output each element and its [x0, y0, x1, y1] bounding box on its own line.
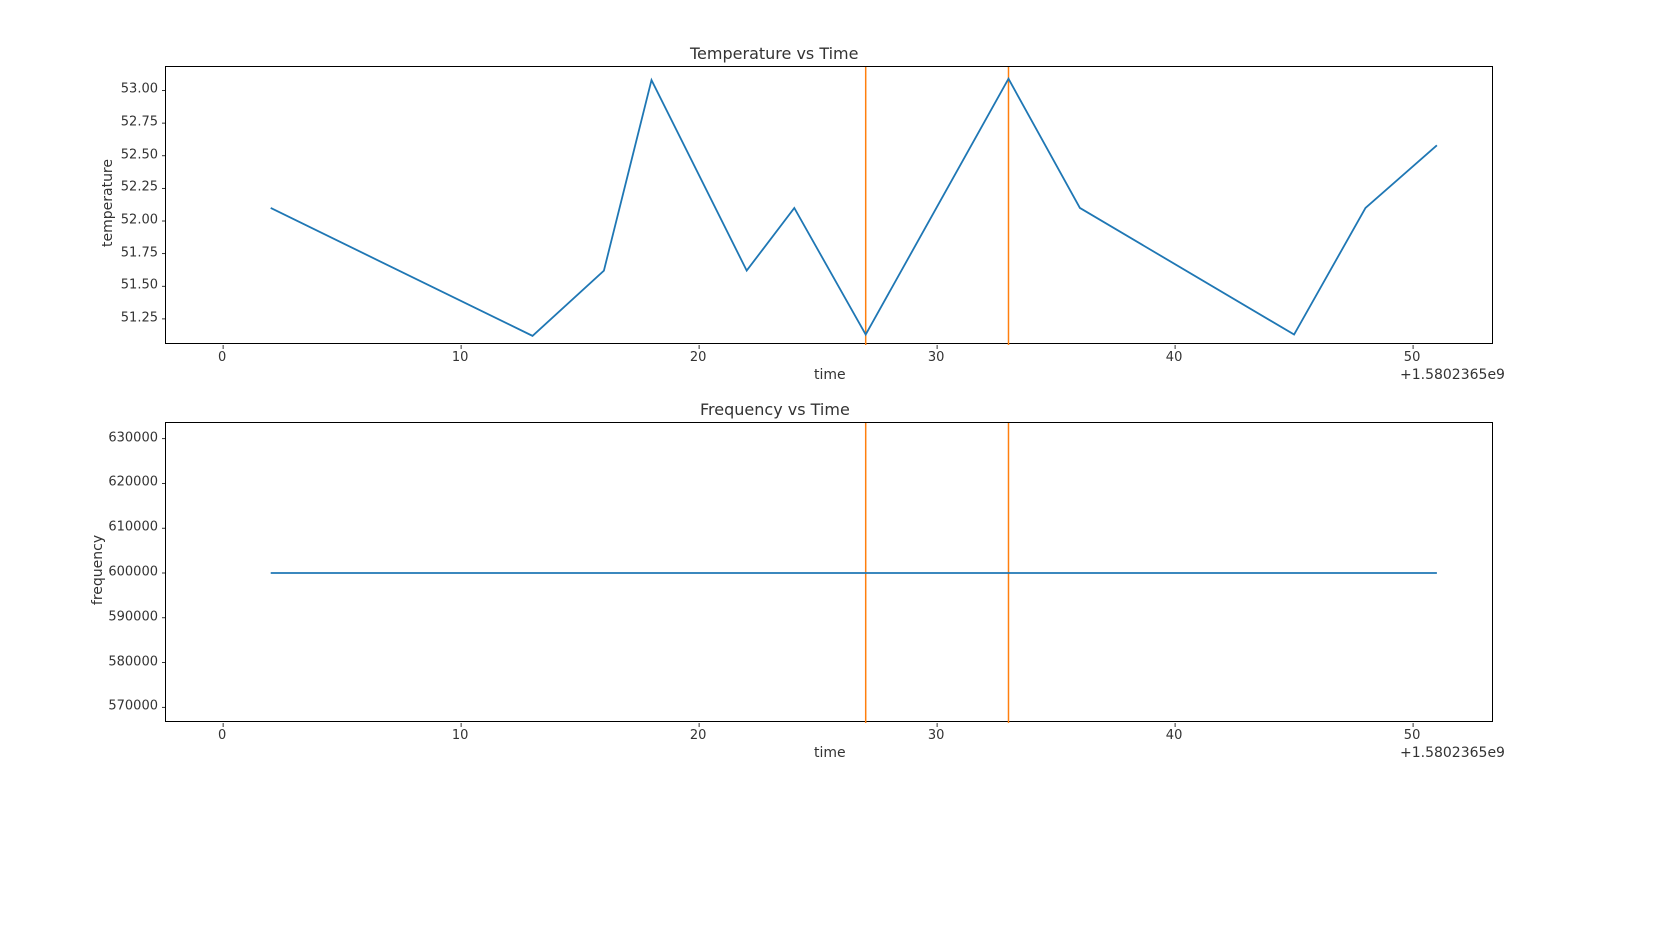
ytick-bot-6: 630000 — [103, 430, 158, 445]
chart-title-top: Temperature vs Time — [690, 44, 858, 63]
x-offset-bottom: +1.5802365e9 — [1400, 745, 1505, 761]
data-line — [271, 79, 1437, 336]
ytick-bot-3: 600000 — [103, 565, 158, 580]
ytick-top-0: 51.25 — [113, 310, 158, 325]
xlabel-bottom: time — [814, 745, 846, 761]
xtick-bot-0: 0 — [218, 728, 226, 743]
temperature-plot-svg — [166, 67, 1494, 345]
xtick-top-1: 10 — [452, 350, 469, 365]
ytick-top-7: 53.00 — [113, 82, 158, 97]
ytick-top-4: 52.25 — [113, 180, 158, 195]
temperature-plot-area — [165, 66, 1493, 344]
chart-title-bottom: Frequency vs Time — [700, 400, 850, 419]
xtick-bot-4: 40 — [1166, 728, 1183, 743]
ytick-bot-1: 580000 — [103, 654, 158, 669]
matplotlib-figure: Temperature vs Time temperature time +1.… — [0, 0, 1680, 930]
ytick-top-3: 52.00 — [113, 213, 158, 228]
ytick-bot-2: 590000 — [103, 609, 158, 624]
ytick-top-1: 51.50 — [113, 278, 158, 293]
xtick-bot-5: 50 — [1404, 728, 1421, 743]
ytick-top-6: 52.75 — [113, 115, 158, 130]
frequency-plot-svg — [166, 423, 1494, 723]
ylabel-top: temperature — [100, 153, 116, 253]
ytick-bot-4: 610000 — [103, 520, 158, 535]
frequency-plot-area — [165, 422, 1493, 722]
xtick-top-4: 40 — [1166, 350, 1183, 365]
ytick-bot-5: 620000 — [103, 475, 158, 490]
xtick-top-2: 20 — [690, 350, 707, 365]
x-offset-top: +1.5802365e9 — [1400, 367, 1505, 383]
xtick-bot-3: 30 — [928, 728, 945, 743]
ytick-bot-0: 570000 — [103, 699, 158, 714]
xtick-bot-2: 20 — [690, 728, 707, 743]
xtick-top-3: 30 — [928, 350, 945, 365]
xtick-bot-1: 10 — [452, 728, 469, 743]
xtick-top-5: 50 — [1404, 350, 1421, 365]
ytick-top-2: 51.75 — [113, 245, 158, 260]
ytick-top-5: 52.50 — [113, 147, 158, 162]
xlabel-top: time — [814, 367, 846, 383]
xtick-top-0: 0 — [218, 350, 226, 365]
